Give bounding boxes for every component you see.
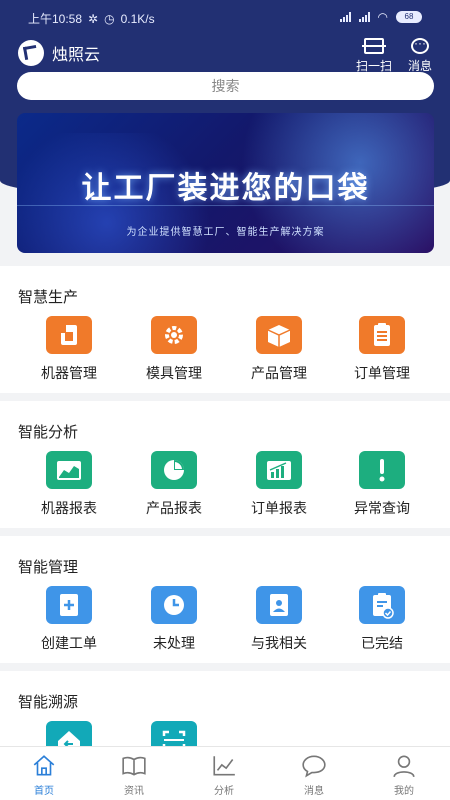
section-3: 智能管理创建工单 未处理 与我相关 已完结: [0, 536, 450, 663]
signal-icon: [339, 12, 351, 22]
brand: 烛照云: [18, 40, 100, 66]
bluetooth-icon: ✲: [88, 11, 99, 26]
tab-label: 资讯: [124, 786, 144, 797]
new-document-icon: [46, 586, 92, 624]
feature-label: 异常查询: [354, 500, 410, 516]
home-icon: [33, 755, 55, 776]
network-speed: 0.1K/s: [120, 11, 155, 26]
feature-label: 订单报表: [251, 500, 307, 516]
feature-label: 与我相关: [251, 635, 307, 651]
bar-chart-icon: [256, 451, 302, 489]
status-time: 上午10:58: [28, 12, 83, 26]
feature-item[interactable]: 产品报表: [124, 451, 224, 518]
scan-icon: [362, 38, 386, 54]
tab-label: 首页: [34, 786, 54, 797]
feature-item[interactable]: 订单报表: [229, 451, 329, 518]
feature-item[interactable]: 创建工单: [19, 586, 119, 653]
feature-item[interactable]: 产品管理: [229, 316, 329, 383]
pie-chart-icon: [151, 451, 197, 489]
box-icon: [256, 316, 302, 354]
feature-label: 产品管理: [251, 365, 307, 381]
feature-label: 模具管理: [146, 365, 202, 381]
tab-label: 消息: [304, 786, 324, 797]
tab-label: 我的: [394, 786, 414, 797]
tab-label: 分析: [214, 786, 234, 797]
clipboard-icon: [359, 316, 405, 354]
checked-clipboard-icon: [359, 586, 405, 624]
section-title: 智能管理: [18, 559, 79, 576]
bottom-tab-bar: 首页 资讯 分析 消息 我的: [0, 746, 450, 800]
signal-icon: [358, 12, 370, 22]
brand-name: 烛照云: [52, 47, 101, 64]
book-icon: [122, 756, 146, 776]
feature-label: 未处理: [153, 635, 195, 651]
feature-label: 订单管理: [354, 365, 410, 381]
tab-user[interactable]: 我的: [369, 753, 439, 797]
section-title: 智能分析: [18, 424, 79, 441]
promo-banner[interactable]: 让工厂装进您的口袋 为企业提供智慧工厂、智能生产解决方案: [17, 113, 434, 253]
gear-icon: [151, 316, 197, 354]
search-input[interactable]: 搜索: [17, 72, 434, 100]
search-placeholder: 搜索: [211, 78, 240, 94]
feature-item[interactable]: 订单管理: [332, 316, 432, 383]
feature-label: 机器管理: [41, 365, 97, 381]
section-4: 智能溯源: [0, 671, 450, 759]
user-icon: [393, 755, 415, 778]
chat-bubble-icon: [302, 755, 326, 778]
tab-chat-bubble[interactable]: 消息: [279, 753, 349, 797]
section-1: 智慧生产机器管理 模具管理 产品管理 订单管理: [0, 266, 450, 393]
feature-label: 已完结: [361, 635, 403, 651]
tab-book[interactable]: 资讯: [99, 753, 169, 797]
logo-icon: [18, 40, 44, 66]
banner-subtitle: 为企业提供智慧工厂、智能生产解决方案: [126, 227, 325, 238]
area-chart-icon: [46, 451, 92, 489]
feature-label: 产品报表: [146, 500, 202, 516]
feature-item[interactable]: 未处理: [124, 586, 224, 653]
message-icon: [411, 36, 429, 54]
feature-item[interactable]: 机器报表: [19, 451, 119, 518]
feature-label: 机器报表: [41, 500, 97, 516]
badge-person-icon: [256, 586, 302, 624]
battery-icon: 68: [396, 11, 422, 23]
tab-line-chart[interactable]: 分析: [189, 753, 259, 797]
exclamation-icon: [359, 451, 405, 489]
tab-home[interactable]: 首页: [9, 753, 79, 797]
clock-icon: [151, 586, 197, 624]
banner-title: 让工厂装进您的口袋: [81, 172, 370, 205]
scan-button[interactable]: 扫一扫: [352, 38, 396, 74]
machine-icon: [46, 316, 92, 354]
feature-item[interactable]: 模具管理: [124, 316, 224, 383]
alarm-icon: ◷: [104, 11, 115, 26]
wifi-icon: ◠: [377, 10, 388, 24]
status-bar: 上午10:58 ✲ ◷ 0.1K/s ◠ 68: [0, 0, 450, 34]
line-chart-icon: [213, 756, 235, 776]
feature-item[interactable]: 机器管理: [19, 316, 119, 383]
messages-button[interactable]: 消息: [398, 36, 442, 74]
feature-item[interactable]: 与我相关: [229, 586, 329, 653]
feature-label: 创建工单: [41, 635, 97, 651]
section-title: 智慧生产: [18, 289, 79, 306]
section-2: 智能分析机器报表 产品报表 订单报表 异常查询: [0, 401, 450, 528]
section-title: 智能溯源: [18, 694, 79, 711]
feature-item[interactable]: 已完结: [332, 586, 432, 653]
feature-item[interactable]: 异常查询: [332, 451, 432, 518]
